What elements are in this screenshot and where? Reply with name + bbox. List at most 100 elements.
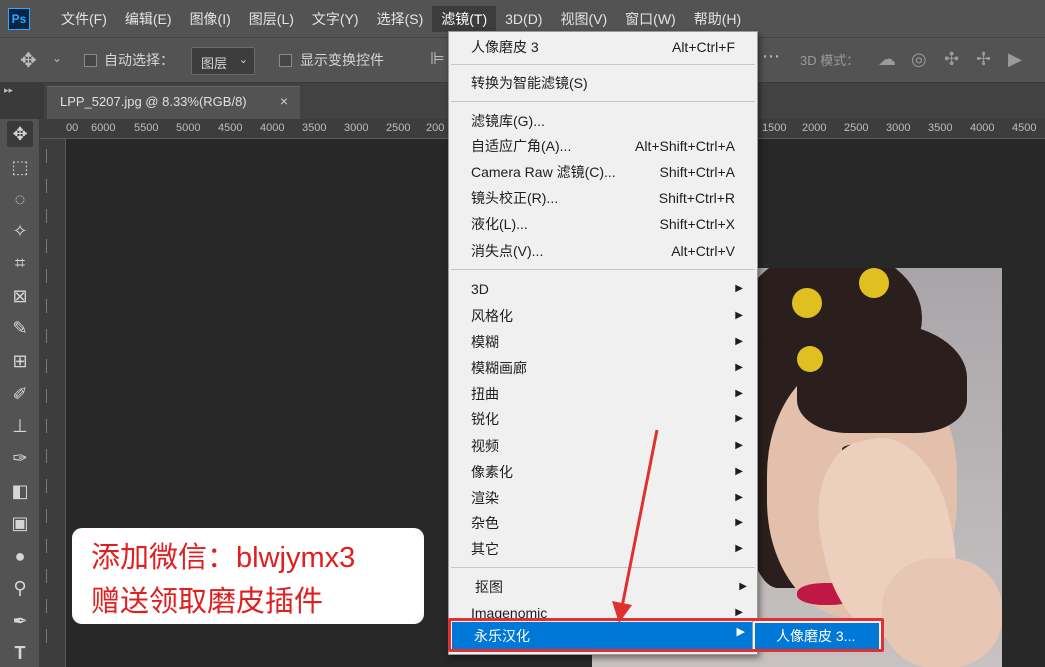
lasso-tool-icon[interactable]: ◌ [7,186,33,212]
menu-item-liquify[interactable]: 液化(L)... Shift+Ctrl+X [471,212,751,236]
watermark-note: 添加微信：blwjymx3 赠送领取磨皮插件 [72,528,424,624]
panel-collapse-strip[interactable]: ▸▸ [0,83,44,119]
submenu-arrow-icon: ▶ [735,362,743,373]
eraser-tool-icon[interactable]: ◧ [7,478,33,504]
menu-item-last-filter[interactable]: 人像磨皮 3 Alt+Ctrl+F [471,35,751,59]
ruler-tick-label: 4000 [260,122,285,134]
menu-item-filter-gallery[interactable]: 滤镜库(G)... [471,109,751,133]
frame-tool-icon[interactable]: ⊠ [7,283,33,309]
align-icon[interactable]: ⊫ [430,49,445,69]
menu-divider [451,269,755,270]
document-tab[interactable]: LPP_5207.jpg @ 8.33%(RGB/8) × [47,86,300,119]
annotation-arrow-head [612,601,632,623]
more-options-icon[interactable]: ⋯ [762,46,780,67]
menu-3d[interactable]: 3D(D) [496,6,551,32]
ruler-tick-label: 5000 [176,122,201,134]
submenu-arrow-icon: ▶ [735,336,743,347]
menu-item-distort[interactable]: 扭曲 ▶ [471,382,751,406]
menu-item-3d[interactable]: 3D ▶ [471,277,751,301]
submenu-arrow-icon: ▶ [735,517,743,528]
brush-tool-icon[interactable]: ✐ [7,381,33,407]
menu-item-blur[interactable]: 模糊 ▶ [471,330,751,354]
auto-select-checkbox[interactable] [84,54,97,67]
submenu-arrow-icon: ▶ [735,492,743,503]
ruler-tick-label: 1500 [762,122,787,134]
menu-layer[interactable]: 图层(L) [240,6,303,32]
annotation-arrow [612,429,659,623]
auto-select-target-dropdown[interactable]: 图层 ⌄ [191,47,255,75]
submenu-arrow-icon: ▶ [735,413,743,424]
menu-view[interactable]: 视图(V) [551,6,616,32]
menu-item-vanishing-point[interactable]: 消失点(V)... Alt+Ctrl+V [471,239,751,263]
close-icon[interactable]: × [280,93,288,109]
submenu-arrow-icon: ▶ [735,283,743,294]
roll-3d-icon[interactable]: ◎ [911,49,927,70]
mode-3d-label: 3D 模式： [800,53,860,68]
tools-panel: ✥ ⬚ ◌ ✧ ⌗ ⊠ ✎ ⊞ ✐ ⊥ ✑ ◧ ▣ ● ⚲ ✒ T [0,119,40,667]
menu-item-adaptive-wide-angle[interactable]: 自适应广角(A)... Alt+Shift+Ctrl+A [471,134,751,158]
history-brush-tool-icon[interactable]: ✑ [7,445,33,471]
menu-item-convert-smart-filter[interactable]: 转换为智能滤镜(S) [471,71,751,95]
magic-wand-tool-icon[interactable]: ✧ [7,218,33,244]
dodge-tool-icon[interactable]: ⚲ [7,575,33,601]
marquee-tool-icon[interactable]: ⬚ [7,154,33,180]
menu-item-stylize[interactable]: 风格化 ▶ [471,304,751,328]
ruler-tick-label: 200 [426,122,445,134]
ruler-tick-label: 3500 [928,122,953,134]
submenu-arrow-icon: ▶ [739,581,747,592]
eyedropper-tool-icon[interactable]: ✎ [7,315,33,341]
menu-divider [451,64,755,65]
crop-tool-icon[interactable]: ⌗ [7,250,33,276]
ruler-tick-label: 4000 [970,122,995,134]
menu-item-blur-gallery[interactable]: 模糊画廊 ▶ [471,356,751,380]
chevron-down-icon[interactable]: ⌄ [52,51,62,65]
dropdown-value: 图层 [201,56,228,71]
move-tool-icon[interactable]: ✥ [20,48,37,73]
ruler-tick-label: 3500 [302,122,327,134]
shortcut-label: Shift+Ctrl+X [659,216,735,232]
menu-file[interactable]: 文件(F) [52,6,116,32]
menu-help[interactable]: 帮助(H) [685,6,750,32]
ruler-tick-label: 3000 [886,122,911,134]
shortcut-label: Shift+Ctrl+R [658,190,735,206]
ruler-tick-label: 5500 [134,122,159,134]
pan-3d-icon[interactable]: ✣ [944,49,959,70]
watermark-line-2: 赠送领取磨皮插件 [91,586,324,618]
menu-item-lens-correction[interactable]: 镜头校正(R)... Shift+Ctrl+R [471,186,751,210]
scale-3d-icon[interactable]: ▶ [1008,49,1022,70]
healing-brush-tool-icon[interactable]: ⊞ [7,348,33,374]
annotation-arrow-line [620,429,659,608]
menu-item-camera-raw[interactable]: Camera Raw 滤镜(C)... Shift+Ctrl+A [471,160,751,184]
gradient-tool-icon[interactable]: ▣ [7,510,33,536]
chevron-down-icon: ⌄ [238,54,248,66]
menu-window[interactable]: 窗口(W) [616,6,685,32]
blur-tool-icon[interactable]: ● [7,543,33,569]
menu-image[interactable]: 图像(I) [181,6,240,32]
expand-icon[interactable]: ▸▸ [4,85,13,96]
ruler-tick-label: 00 [66,122,79,134]
shortcut-label: Shift+Ctrl+A [659,164,735,180]
document-tab-title: LPP_5207.jpg @ 8.33%(RGB/8) [60,94,247,109]
clone-stamp-tool-icon[interactable]: ⊥ [7,413,33,439]
pen-tool-icon[interactable]: ✒ [7,608,33,634]
ruler-tick-label: 4500 [218,122,243,134]
shortcut-label: Alt+Ctrl+F [671,39,735,55]
menu-select[interactable]: 选择(S) [368,6,433,32]
submenu-arrow-icon: ▶ [735,440,743,451]
ruler-tick-label: 2500 [844,122,869,134]
orbit-3d-icon[interactable]: ☁ [878,49,896,70]
move-tool-icon[interactable]: ✥ [7,121,33,147]
submenu-arrow-icon: ▶ [735,543,743,554]
slide-3d-icon[interactable]: ✢ [976,49,991,70]
vertical-ruler [40,139,66,667]
submenu-arrow-icon: ▶ [735,466,743,477]
ruler-tick-label: 3000 [344,122,369,134]
menu-filter[interactable]: 滤镜(T) [432,5,497,32]
submenu-arrow-icon: ▶ [735,388,743,399]
menu-divider [451,101,755,102]
menu-type[interactable]: 文字(Y) [303,6,368,32]
show-transform-checkbox[interactable] [279,54,292,67]
menu-edit[interactable]: 编辑(E) [116,6,181,32]
auto-select-label: 自动选择： [104,52,174,68]
type-tool-icon[interactable]: T [7,640,33,666]
